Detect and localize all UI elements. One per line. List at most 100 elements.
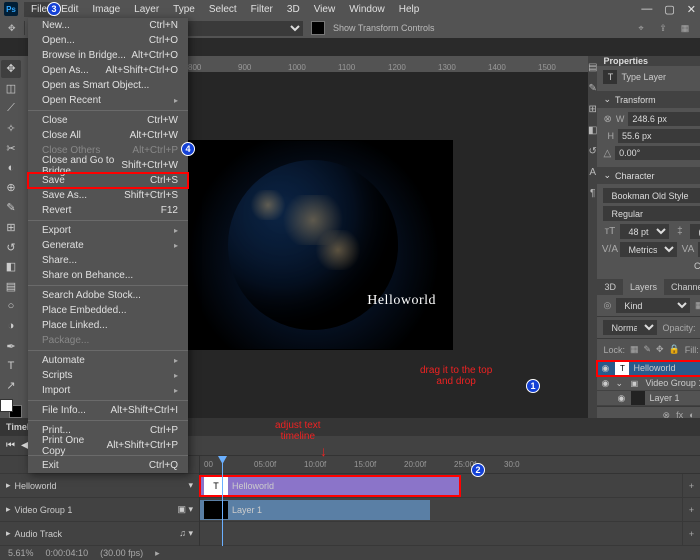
menu-save-as[interactable]: Save As...Shift+Ctrl+S <box>28 188 188 203</box>
close-icon[interactable]: ✕ <box>687 3 696 16</box>
menu-export[interactable]: Export▸ <box>28 223 188 238</box>
blend-mode-select[interactable]: Normal <box>603 320 657 335</box>
menu-select[interactable]: Select <box>202 2 244 17</box>
lock-pos-icon[interactable]: ✥ <box>656 344 664 355</box>
menu-layer[interactable]: Layer <box>127 2 166 17</box>
pen-tool[interactable]: ✒ <box>1 337 21 355</box>
wand-tool[interactable]: ✧ <box>1 119 21 137</box>
layer-row[interactable]: ◉ Layer 1 <box>597 391 700 406</box>
chevron-right-icon[interactable]: ▸ <box>6 528 11 539</box>
panel-icon[interactable]: ⊞ <box>589 104 597 115</box>
gradient-tool[interactable]: ▤ <box>1 278 21 296</box>
menu-revert[interactable]: RevertF12 <box>28 203 188 218</box>
chevron-right-icon[interactable]: ▸ <box>155 548 160 559</box>
timeline-clip-video[interactable]: Layer 1 <box>200 500 430 520</box>
menu-open-as[interactable]: Open As...Alt+Shift+Ctrl+O <box>28 63 188 78</box>
menu-type[interactable]: Type <box>166 2 202 17</box>
track-menu-icon[interactable]: ▣ ▾ <box>177 504 193 515</box>
foreground-color[interactable] <box>0 399 13 412</box>
search-icon[interactable]: ⌖ <box>634 21 648 35</box>
menu-place-embedded[interactable]: Place Embedded... <box>28 303 188 318</box>
eraser-tool[interactable]: ◧ <box>1 258 21 276</box>
show-tc-check[interactable] <box>311 21 325 35</box>
heal-tool[interactable]: ⊕ <box>1 179 21 197</box>
visibility-icon[interactable]: ◉ <box>601 378 611 389</box>
lock-all-icon[interactable]: 🔒 <box>669 344 680 355</box>
panel-icon[interactable]: ✎ <box>589 83 597 94</box>
track-menu-icon[interactable]: ▾ <box>188 480 193 491</box>
tab-layers[interactable]: Layers <box>623 279 664 295</box>
timeline-track[interactable]: ▸Video Group 1▣ ▾ <box>0 498 199 522</box>
filter-pixel-icon[interactable]: ▦ <box>695 300 700 311</box>
menu-open-recent[interactable]: Open Recent▸ <box>28 93 188 108</box>
menu-3d[interactable]: 3D <box>280 2 307 17</box>
visibility-icon[interactable]: ◉ <box>601 363 611 374</box>
lock-trans-icon[interactable]: ▦ <box>630 344 639 355</box>
track-menu-icon[interactable]: ♫ ▾ <box>179 528 193 539</box>
menu-scripts[interactable]: Scripts▸ <box>28 368 188 383</box>
menu-adobe-stock[interactable]: Search Adobe Stock... <box>28 288 188 303</box>
add-clip-icon[interactable]: + <box>682 474 700 498</box>
brush-tool[interactable]: ✎ <box>1 199 21 217</box>
path-tool[interactable]: ↗ <box>1 377 21 395</box>
playhead[interactable] <box>222 456 223 546</box>
menu-exit[interactable]: ExitCtrl+Q <box>28 458 188 473</box>
layer-row[interactable]: ◉ ⌄ ▣ Video Group 1 <box>597 376 700 391</box>
menu-browse-bridge[interactable]: Browse in Bridge...Alt+Ctrl+O <box>28 48 188 63</box>
menu-file-info[interactable]: File Info...Alt+Shift+Ctrl+I <box>28 403 188 418</box>
menu-open-smart[interactable]: Open as Smart Object... <box>28 78 188 93</box>
visibility-icon[interactable]: ◉ <box>617 393 627 404</box>
menu-place-linked[interactable]: Place Linked... <box>28 318 188 333</box>
properties-tab[interactable]: Properties <box>597 56 700 66</box>
menu-close-bridge[interactable]: Close and Go to Bridge...Shift+Ctrl+W <box>28 158 188 173</box>
menu-view[interactable]: View <box>307 2 343 17</box>
lasso-tool[interactable]: ⟋ <box>1 100 21 118</box>
lock-paint-icon[interactable]: ✎ <box>643 344 651 355</box>
font-style-select[interactable]: Regular <box>603 206 700 221</box>
character-section[interactable]: ⌄Character <box>597 167 700 184</box>
first-frame-icon[interactable]: ⏮ <box>6 440 15 451</box>
angle-input[interactable] <box>615 146 700 160</box>
menu-new[interactable]: New...Ctrl+N <box>28 18 188 33</box>
link-icon[interactable]: ⊗ <box>603 113 611 126</box>
menu-automate[interactable]: Automate▸ <box>28 353 188 368</box>
eyedropper-tool[interactable]: ◐ <box>1 159 21 177</box>
timeline-track[interactable]: ▸Helloworld▾ <box>0 474 199 498</box>
stamp-tool[interactable]: ⊞ <box>1 218 21 236</box>
filter-kind-icon[interactable]: ◎ <box>603 300 611 311</box>
menu-open[interactable]: Open...Ctrl+O <box>28 33 188 48</box>
timeline-track[interactable]: ▸Audio Track♫ ▾ <box>0 522 199 546</box>
minimize-icon[interactable]: — <box>641 3 652 16</box>
chevron-right-icon[interactable]: ▸ <box>6 504 11 515</box>
panel-icon[interactable]: A <box>589 167 596 178</box>
menu-close-all[interactable]: Close AllAlt+Ctrl+W <box>28 128 188 143</box>
panel-icon[interactable]: ▤ <box>588 62 597 73</box>
font-family-select[interactable]: Bookman Old Style <box>603 188 700 203</box>
move-tool[interactable]: ✥ <box>1 60 21 78</box>
share-icon[interactable]: ⇪ <box>656 21 670 35</box>
font-size-select[interactable]: 48 pt <box>620 224 669 239</box>
marquee-tool[interactable]: ◫ <box>1 80 21 98</box>
menu-help[interactable]: Help <box>392 2 427 17</box>
menu-close[interactable]: CloseCtrl+W <box>28 113 188 128</box>
dodge-tool[interactable]: ◑ <box>1 317 21 335</box>
crop-tool[interactable]: ✂ <box>1 139 21 157</box>
panel-icon[interactable]: ↺ <box>589 146 597 157</box>
leading-select[interactable]: (Auto) <box>690 224 700 239</box>
maximize-icon[interactable]: ▢ <box>664 3 674 16</box>
history-brush-tool[interactable]: ↺ <box>1 238 21 256</box>
menu-generate[interactable]: Generate▸ <box>28 238 188 253</box>
tab-channels[interactable]: Channels <box>664 279 700 295</box>
workspace-icon[interactable]: ▦ <box>678 21 692 35</box>
menu-behance[interactable]: Share on Behance... <box>28 268 188 283</box>
add-clip-icon[interactable]: + <box>682 522 700 546</box>
layer-row[interactable]: ◉ T Helloworld <box>597 361 700 376</box>
blur-tool[interactable]: ○ <box>1 298 21 316</box>
menu-import[interactable]: Import▸ <box>28 383 188 398</box>
menu-image[interactable]: Image <box>85 2 127 17</box>
panel-icon[interactable]: ◧ <box>588 125 597 136</box>
panel-icon[interactable]: ¶ <box>590 188 595 199</box>
width-input[interactable] <box>628 112 700 126</box>
transform-section[interactable]: ⌄Transform <box>597 91 700 108</box>
timeline-clip-text[interactable]: T Helloworld <box>200 476 460 496</box>
